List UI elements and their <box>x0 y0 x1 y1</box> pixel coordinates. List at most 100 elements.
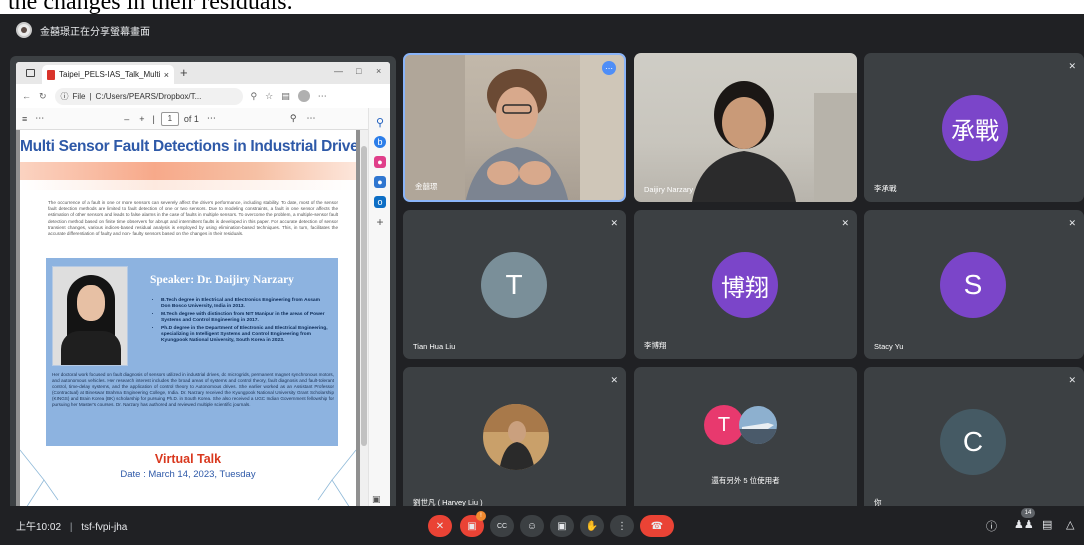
speaker-bio: Her doctoral work focused on fault diagn… <box>52 372 334 408</box>
participant-photo <box>739 406 777 444</box>
people-icon[interactable]: ♟♟ <box>1014 518 1034 531</box>
outlook-icon[interactable]: o <box>374 196 386 208</box>
participant-name: 李承戰 <box>874 184 897 193</box>
collections-icon[interactable]: ▤ <box>281 91 290 102</box>
shopping-icon[interactable]: ● <box>374 156 386 168</box>
pdf-icon <box>47 69 55 80</box>
participant-tile-5[interactable]: ✕ 博翔 李博翔 <box>634 210 857 359</box>
chat-icon[interactable]: ▤ <box>1042 518 1052 531</box>
clock-time: 上午10:02 <box>16 522 62 533</box>
camera-warning-badge: ! <box>476 511 486 521</box>
add-sidebar-icon[interactable]: + <box>374 215 386 229</box>
browser-tab[interactable]: Taipei_PELS-IAS_Talk_MultiSenso × <box>42 65 174 84</box>
participant-photo <box>483 404 549 470</box>
talk-date: Date : March 14, 2023, Tuesday <box>120 469 256 480</box>
participant-name: Stacy Yu <box>874 342 904 351</box>
pdf-viewport[interactable]: Multi Sensor Fault Detections in Industr… <box>16 130 368 510</box>
refresh-icon[interactable]: ↻ <box>39 91 47 102</box>
address-row: ← ↻ ⓘ File | C:/Users/PEARS/Dropbox/T...… <box>16 84 390 108</box>
participant-tile-4[interactable]: ✕ T Tian Hua Liu <box>403 210 626 359</box>
url-prefix: File <box>72 91 86 101</box>
more-options-icon[interactable]: ⋯ <box>602 61 616 75</box>
close-window-button[interactable]: × <box>376 66 381 76</box>
url-text: C:/Users/PEARS/Dropbox/T... <box>95 91 202 101</box>
people-count-badge: 14 <box>1021 508 1035 518</box>
mic-off-icon: ✕ <box>841 218 849 228</box>
participant-tile-self[interactable]: ✕ C 你 <box>864 367 1084 516</box>
participant-video-2 <box>692 81 857 202</box>
participant-tile-2[interactable]: Daijiry Narzary <box>634 53 857 202</box>
activities-icon[interactable]: △ <box>1066 518 1074 531</box>
participant-name: Tian Hua Liu <box>413 342 456 351</box>
mic-off-button[interactable]: ✕ <box>428 515 452 537</box>
participant-tile-7[interactable]: ✕ 劉世凡 ( Harvey Liu ) <box>403 367 626 516</box>
participant-name: 金囍璟 <box>415 182 438 191</box>
tools-icon[interactable]: ● <box>374 176 386 188</box>
mic-off-icon: ✕ <box>610 375 618 385</box>
meeting-info: 上午10:02 | tsf-fvpi-jha <box>16 522 128 533</box>
tab-close-icon[interactable]: × <box>164 70 169 80</box>
favorites-icon[interactable]: ☆ <box>265 91 273 102</box>
page-number-input[interactable]: 1 <box>160 111 179 126</box>
captions-button[interactable]: CC <box>490 515 514 537</box>
speaker-name: Speaker: Dr. Daijiry Narzary <box>150 274 294 286</box>
participant-tile-others[interactable]: T 還有另外 5 位使用者 <box>634 367 857 516</box>
presentation-tile[interactable]: Taipei_PELS-IAS_Talk_MultiSenso × + — □ … <box>10 56 396 516</box>
zoom-icon[interactable]: ⚲ <box>251 91 258 102</box>
zoom-out-button[interactable]: – <box>124 114 129 124</box>
degree-item: Ph.D degree in the Department of Electro… <box>161 326 330 345</box>
participant-name: Daijiry Narzary <box>644 185 694 194</box>
others-count-text: 還有另外 5 位使用者 <box>711 476 780 485</box>
mic-off-icon: ✕ <box>1068 375 1076 385</box>
participant-avatar: T <box>481 252 547 318</box>
minimize-button[interactable]: — <box>334 66 343 76</box>
new-tab-button[interactable]: + <box>180 65 188 80</box>
bing-icon[interactable]: b <box>374 136 386 148</box>
pdf-page: Multi Sensor Fault Detections in Industr… <box>20 130 356 510</box>
speaker-photo <box>52 266 128 366</box>
mic-off-icon: ✕ <box>1068 218 1076 228</box>
pdf-scrollbar[interactable] <box>360 130 368 510</box>
more-icon[interactable]: ⋯ <box>318 91 327 102</box>
virtual-talk-heading: Virtual Talk <box>154 452 222 466</box>
pdf-options-icon[interactable]: ⋯ <box>207 113 216 124</box>
zoom-in-button[interactable]: + <box>139 114 144 124</box>
participant-video-1 <box>405 55 624 200</box>
maximize-button[interactable]: □ <box>356 66 361 76</box>
presenter-avatar <box>16 22 32 38</box>
tab-actions-icon[interactable] <box>26 69 35 77</box>
pdf-search-icon[interactable]: ⚲ <box>290 113 297 124</box>
meet-window: 金囍璟正在分享螢幕畫面 Taipei_PELS-IAS_Talk_MultiSe… <box>0 14 1084 545</box>
browser-tabbar: Taipei_PELS-IAS_Talk_MultiSenso × + — □ … <box>16 62 390 84</box>
meeting-details-icon[interactable]: ⓘ <box>986 518 997 534</box>
camera-off-button[interactable]: ▣! <box>460 511 486 537</box>
participant-avatar: C <box>940 409 1006 475</box>
poster-title: Multi Sensor Fault Detections in Industr… <box>20 138 356 155</box>
participant-tile-1[interactable]: ⋯ 金囍璟 <box>403 53 626 202</box>
end-call-button[interactable]: ☎ <box>640 515 674 537</box>
degree-list: B.Tech degree in Electrical and Electron… <box>154 298 330 346</box>
search-icon[interactable]: ⚲ <box>374 116 386 129</box>
pdf-menu-icon[interactable]: ⋯ <box>307 113 316 124</box>
more-options-button[interactable]: ⋮ <box>610 515 634 537</box>
emoji-button[interactable]: ☺ <box>520 515 544 537</box>
meeting-code: tsf-fvpi-jha <box>81 522 128 533</box>
mic-off-icon: ✕ <box>1068 61 1076 71</box>
pdf-scroll-thumb[interactable] <box>361 146 367 446</box>
raise-hand-button[interactable]: ✋ <box>580 515 604 537</box>
participant-tile-3[interactable]: ✕ 承戰 李承戰 <box>864 53 1084 202</box>
pdf-toolbar: ≡ ⋯ – + | 1 of 1 ⋯ ⚲ ⋯ <box>16 108 368 130</box>
abstract-text: The occurrence of a fault in one or more… <box>48 200 338 237</box>
split-screen-icon[interactable]: ▣ <box>372 494 381 505</box>
share-banner: 金囍璟正在分享螢幕畫面 <box>16 20 150 40</box>
present-button[interactable]: ▣ <box>550 515 574 537</box>
profile-avatar[interactable] <box>297 90 310 102</box>
contents-icon[interactable]: ≡ <box>22 114 27 124</box>
share-banner-text: 金囍璟正在分享螢幕畫面 <box>40 26 150 38</box>
screen: the changes in their residuals. 金囍璟正在分享螢… <box>0 0 1084 545</box>
participant-tile-6[interactable]: ✕ S Stacy Yu <box>864 210 1084 359</box>
address-bar[interactable]: ⓘ File | C:/Users/PEARS/Dropbox/T... <box>54 87 243 105</box>
participant-avatar: 承戰 <box>942 95 1008 161</box>
back-icon[interactable]: ← <box>22 91 31 101</box>
pdf-more-icon[interactable]: ⋯ <box>35 113 44 124</box>
